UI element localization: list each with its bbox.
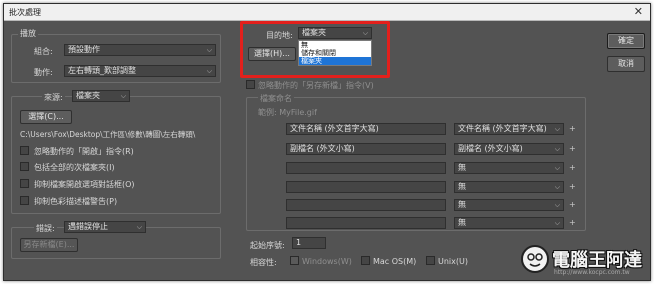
close-icon[interactable]: ✕ xyxy=(634,5,643,18)
override-save-as-checkbox[interactable] xyxy=(246,80,255,89)
chevron-down-icon: ⌵ xyxy=(554,125,560,133)
plus-icon: + xyxy=(569,163,576,172)
naming-select-2[interactable]: 副檔名 (外文小寫) ⌵ xyxy=(454,143,564,155)
errors-select[interactable]: 遇錯誤停止 ⌵ xyxy=(64,221,146,233)
ok-button[interactable]: 確定 xyxy=(607,33,645,49)
set-label: 組合: xyxy=(34,47,53,56)
override-open-label: 忽略動作的「開啟」指令(R) xyxy=(34,147,134,156)
plus-icon: + xyxy=(569,144,576,153)
unix-label: Unix(U) xyxy=(438,257,468,266)
naming-select-3[interactable]: 無 ⌵ xyxy=(454,162,564,174)
source-select[interactable]: 檔案夾 ⌵ xyxy=(72,90,130,102)
chevron-down-icon: ⌵ xyxy=(554,219,560,227)
windows-checkbox[interactable] xyxy=(290,256,299,265)
action-select[interactable]: 左右轉頭_歎部調整 ⌵ xyxy=(64,65,216,77)
plus-icon: + xyxy=(569,218,576,227)
chevron-down-icon: ⌵ xyxy=(554,145,560,153)
errors-label: 錯誤: xyxy=(34,223,57,234)
naming-field-1[interactable]: 文件名稱 (外文首字大寫) xyxy=(286,123,446,135)
naming-example: 範例: MyFile.gif xyxy=(258,108,317,117)
include-subfolders-label: 包括全部的次檔案夾(I) xyxy=(34,163,115,172)
title-bar: 批次處理 ✕ xyxy=(4,4,650,21)
suppress-open-dialog-label: 抑制檔案開啟選項對話框(O) xyxy=(34,180,135,189)
plus-icon: + xyxy=(569,182,576,191)
naming-field-4[interactable] xyxy=(286,181,446,193)
naming-field-2[interactable]: 副檔名 (外文小寫) xyxy=(286,143,446,155)
source-choose-button[interactable]: 選擇(C)... xyxy=(20,110,72,124)
suppress-color-warning-checkbox[interactable] xyxy=(20,196,29,205)
chevron-down-icon: ⌵ xyxy=(554,164,560,172)
override-open-checkbox[interactable] xyxy=(20,146,29,155)
naming-field-3[interactable] xyxy=(286,162,446,174)
naming-select-5[interactable]: 無 ⌵ xyxy=(454,199,564,211)
naming-select-1[interactable]: 文件名稱 (外文首字大寫) ⌵ xyxy=(454,123,564,135)
suppress-open-dialog-checkbox[interactable] xyxy=(20,179,29,188)
naming-field-5[interactable] xyxy=(286,199,446,211)
chevron-down-icon: ⌵ xyxy=(206,46,212,54)
watermark-logo-icon xyxy=(521,245,549,273)
chevron-down-icon: ⌵ xyxy=(206,67,212,75)
set-select[interactable]: 預設動作 ⌵ xyxy=(64,44,216,56)
cancel-button[interactable]: 取消 xyxy=(607,56,645,72)
save-as-button[interactable]: 另存新檔(E)... xyxy=(20,238,78,252)
plus-icon: + xyxy=(569,200,576,209)
action-label: 動作: xyxy=(34,68,53,77)
window-title: 批次處理 xyxy=(9,8,41,17)
watermark-url: http://www.kocpc.com.tw xyxy=(554,269,630,276)
batch-dialog: 批次處理 ✕ 播放 組合: 預設動作 ⌵ 動作: 左右轉頭_歎部調整 ⌵ 來源: 檔… xyxy=(3,3,651,281)
plus-icon: + xyxy=(569,124,576,133)
compat-label: 相容性: xyxy=(250,258,277,267)
suppress-color-warning-label: 抑制色彩描述檔警告(P) xyxy=(34,197,118,206)
source-path: C:\Users\Fox\Desktop\工作區\修數\轉圖\左右轉頭\ xyxy=(20,130,196,139)
chevron-down-icon: ⌵ xyxy=(554,201,560,209)
serial-input[interactable]: 1 xyxy=(292,237,326,249)
include-subfolders-checkbox[interactable] xyxy=(20,162,29,171)
highlight-frame xyxy=(240,21,390,78)
naming-select-6[interactable]: 無 ⌵ xyxy=(454,217,564,229)
unix-checkbox[interactable] xyxy=(426,256,435,265)
naming-field-6[interactable] xyxy=(286,217,446,229)
source-label: 來源: xyxy=(42,92,65,103)
override-save-as-label: 忽略動作的「另存新檔」指令(V) xyxy=(258,81,374,90)
windows-label: Windows(W) xyxy=(302,257,352,266)
chevron-down-icon: ⌵ xyxy=(136,223,142,231)
play-group-label: 播放 xyxy=(18,28,38,39)
naming-title: 檔案命名 xyxy=(258,93,294,104)
chevron-down-icon: ⌵ xyxy=(554,183,560,191)
naming-select-4[interactable]: 無 ⌵ xyxy=(454,181,564,193)
serial-label: 起始序號: xyxy=(250,241,285,250)
macos-checkbox[interactable] xyxy=(361,256,370,265)
chevron-down-icon: ⌵ xyxy=(120,92,126,100)
macos-label: Mac OS(M) xyxy=(373,257,417,266)
watermark: 電腦王阿達 http://www.kocpc.com.tw xyxy=(520,242,650,280)
